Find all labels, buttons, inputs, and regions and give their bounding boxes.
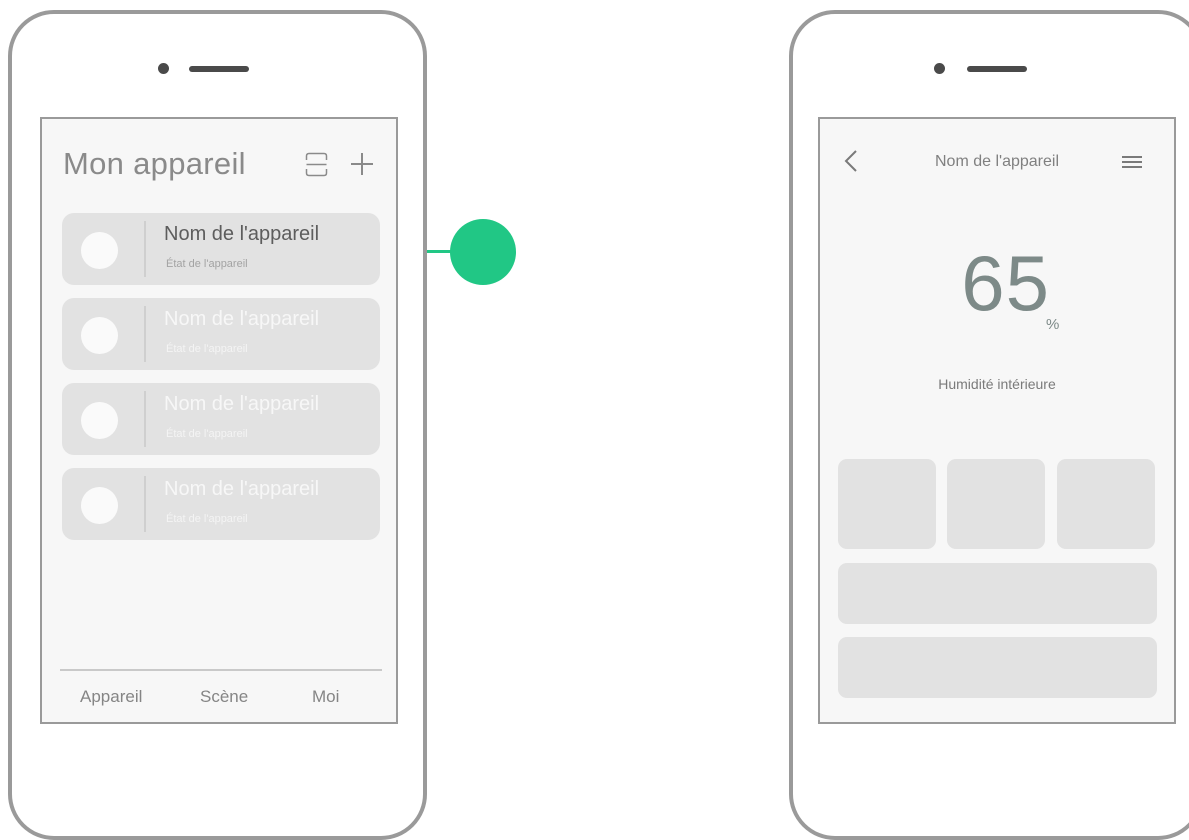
device-card[interactable]: Nom de l'appareil État de l'appareil — [62, 213, 380, 285]
device-avatar — [81, 487, 118, 524]
device-status: État de l'appareil — [166, 343, 248, 355]
device-status: État de l'appareil — [166, 258, 248, 270]
device-name: Nom de l'appareil — [164, 393, 320, 415]
humidity-label: Humidité intérieure — [938, 376, 1056, 392]
tab-appareil[interactable]: Appareil — [80, 687, 142, 707]
plus-icon[interactable] — [349, 151, 375, 177]
device-avatar — [81, 402, 118, 439]
tab-scene[interactable]: Scène — [200, 687, 248, 707]
device-title: Nom de l'appareil — [934, 153, 1059, 170]
control-bar[interactable] — [838, 637, 1157, 698]
device-name: Nom de l'appareil — [164, 478, 320, 500]
device-list-screen: Mon appareil Nom de l'appareil État de l… — [40, 117, 398, 724]
device-avatar — [81, 232, 118, 269]
flow-hotspot-dot[interactable] — [450, 219, 516, 285]
page-title: Mon appareil — [63, 146, 246, 181]
control-tile[interactable] — [838, 459, 936, 549]
device-name: Nom de l'appareil — [164, 308, 320, 330]
device-avatar — [81, 317, 118, 354]
control-tile[interactable] — [1057, 459, 1155, 549]
humidity-unit: % — [1046, 316, 1060, 333]
device-card[interactable]: Nom de l'appareil État de l'appareil — [62, 383, 380, 455]
device-card[interactable]: Nom de l'appareil État de l'appareil — [62, 468, 380, 540]
card-divider — [144, 476, 146, 532]
control-bar[interactable] — [838, 563, 1157, 624]
device-status: État de l'appareil — [166, 513, 248, 525]
card-divider — [144, 221, 146, 277]
card-divider — [144, 306, 146, 362]
card-divider — [144, 391, 146, 447]
camera-dot — [158, 63, 169, 74]
speaker-slot — [189, 66, 249, 72]
scan-icon[interactable] — [305, 152, 328, 177]
speaker-slot — [967, 66, 1027, 72]
camera-dot — [934, 63, 945, 74]
device-status: État de l'appareil — [166, 428, 248, 440]
device-name: Nom de l'appareil — [164, 223, 320, 245]
device-card[interactable]: Nom de l'appareil État de l'appareil — [62, 298, 380, 370]
menu-icon[interactable] — [1122, 155, 1142, 169]
humidity-value: 65 — [961, 239, 1050, 327]
tab-bar-divider — [60, 669, 382, 671]
control-tile[interactable] — [947, 459, 1045, 549]
tab-moi[interactable]: Moi — [312, 687, 339, 707]
device-detail-screen: Nom de l'appareil 65 % Humidité intérieu… — [818, 117, 1176, 724]
